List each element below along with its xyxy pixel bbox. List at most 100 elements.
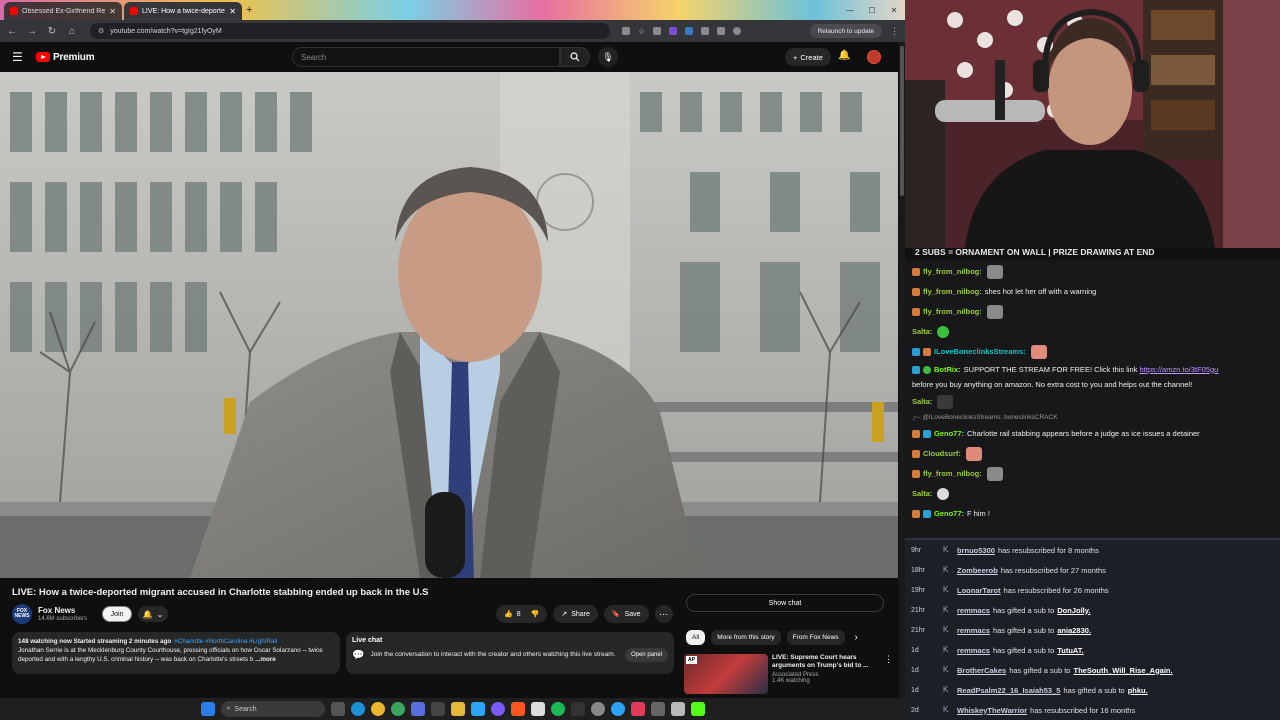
chat-user[interactable]: BotRix: [934,365,961,375]
chat-user[interactable]: Geno77: [934,509,964,519]
video-thumbnail[interactable]: AP [684,654,768,694]
profile-icon[interactable] [733,27,742,35]
app-icon[interactable] [410,702,425,716]
chevron-right-icon[interactable]: › [855,632,858,643]
chat-user[interactable]: Cloudsurf: [923,449,961,459]
relaunch-button[interactable]: Relaunch to update [809,24,882,38]
more-options-icon[interactable]: ⋮ [884,654,893,694]
join-button[interactable]: Join [102,606,132,622]
chat-user[interactable]: fly_from_nilbog: [923,307,982,317]
event-user[interactable]: ReadPsalm22_16_Isaiah53_5 [957,686,1060,695]
browser-menu-icon[interactable]: ⋮ [890,26,899,37]
event-recipient[interactable]: TutuAT. [1057,646,1083,655]
open-panel-button[interactable]: Open panel [624,648,668,662]
app-icon[interactable] [690,702,705,716]
event-recipient[interactable]: TheSouth_Will_Rise_Again. [1073,666,1172,675]
close-icon[interactable]: ✕ [229,7,236,16]
app-icon[interactable] [490,702,505,716]
windows-start-icon[interactable] [200,702,215,716]
recommended-video[interactable]: AP LIVE: Supreme Court hears arguments o… [684,654,894,694]
reload-icon[interactable]: ↻ [46,26,58,37]
extension-icon[interactable] [622,27,630,35]
app-icon[interactable] [590,702,605,716]
subscription-bell-button[interactable]: 🔔 ⌄ [138,606,168,622]
chat-user[interactable]: Salta: [912,327,932,337]
event-recipient[interactable]: phku. [1128,686,1148,695]
url-field[interactable]: ⚙ youtube.com/watch?v=tgIg21fyOyM [90,23,610,39]
forward-icon[interactable]: → [26,26,38,37]
voice-search-button[interactable]: 🎙 [598,47,618,67]
search-button[interactable] [560,47,590,67]
chip-from-channel[interactable]: From Fox News [786,630,845,645]
more-actions-icon[interactable]: ⋯ [654,605,673,623]
chat-user[interactable]: fly_from_nilbog: [923,469,982,479]
search-input[interactable]: Search [292,47,560,67]
event-user[interactable]: BrotherCakes [957,666,1006,675]
event-user[interactable]: remmacs [957,606,990,615]
account-avatar[interactable] [867,50,881,64]
app-icon[interactable] [470,702,485,716]
chat-user[interactable]: Salta: [912,489,932,499]
maximize-icon[interactable]: ☐ [861,0,883,20]
task-view-icon[interactable] [330,702,345,716]
share-button[interactable]: ↗ Share [553,605,598,623]
terminal-icon[interactable] [430,702,445,716]
event-user[interactable]: remmacs [957,646,990,655]
event-user[interactable]: remmacs [957,626,990,635]
star-icon[interactable]: ☆ [638,27,645,36]
event-user[interactable]: Zombeerob [957,566,998,575]
video-player[interactable] [0,72,898,578]
app-icon[interactable] [390,702,405,716]
chrome-icon[interactable] [370,702,385,716]
event-user[interactable]: LoonarTarot [957,586,1001,595]
close-window-icon[interactable]: ✕ [883,0,905,20]
event-user[interactable]: WhiskeyTheWarrior [957,706,1027,715]
notifications-icon[interactable]: 🔔 [838,50,850,61]
app-icon[interactable] [530,702,545,716]
chat-user[interactable]: Geno77: [934,429,964,439]
chat-user[interactable]: Salta: [912,397,932,407]
app-icon[interactable] [570,702,585,716]
tab-active[interactable]: LIVE: How a twice-deported ✕ [124,2,242,20]
chat-link[interactable]: https://amzn.to/3tF05gu [1140,365,1219,375]
channel-avatar[interactable]: FOX NEWS [12,604,32,624]
recommended-title[interactable]: LIVE: Supreme Court hears arguments on T… [772,654,880,670]
minimize-icon[interactable]: — [839,0,861,20]
chat-user[interactable]: ILoveBoneclinksStreams: [934,347,1026,357]
youtube-logo[interactable]: Premium [36,52,95,63]
event-user[interactable]: brnuo5300 [957,546,995,555]
home-icon[interactable]: ⌂ [66,26,78,37]
extension-icon[interactable] [701,27,710,35]
app-icon[interactable] [630,702,645,716]
edge-icon[interactable] [350,702,365,716]
event-recipient[interactable]: ania2830. [1057,626,1091,635]
chat-user[interactable]: fly_from_nilbog: [923,267,982,277]
like-button[interactable]: 👍 8 👎 [496,605,548,623]
event-recipient[interactable]: DonJolly. [1057,606,1090,615]
taskbar-search[interactable]: ⌕ Search [220,701,325,717]
spotify-icon[interactable] [550,702,565,716]
app-icon[interactable] [510,702,525,716]
channel-name[interactable]: Fox News [38,606,87,615]
close-icon[interactable]: ✕ [109,7,116,16]
scrollbar-thumb[interactable] [900,46,904,196]
new-tab-icon[interactable]: + [246,4,252,16]
folder-icon[interactable] [450,702,465,716]
create-button[interactable]: + Create [785,48,831,66]
app-icon[interactable] [610,702,625,716]
more-link[interactable]: ...more [255,656,276,663]
extension-icon[interactable] [653,27,662,35]
extension-icon[interactable] [685,27,694,35]
menu-icon[interactable]: ☰ [12,50,26,64]
chip-all[interactable]: All [686,630,706,645]
description-box[interactable]: 148 watching now Started streaming 2 min… [12,632,340,674]
thumbs-down-icon[interactable]: 👎 [531,610,540,618]
back-icon[interactable]: ← [6,26,18,37]
extension-icon[interactable] [717,27,726,35]
chat-user[interactable]: fly_from_nilbog: [923,287,982,297]
site-info-icon[interactable]: ⚙ [98,27,104,35]
show-chat-button[interactable]: Show chat [686,594,884,612]
save-button[interactable]: 🔖 Save [603,605,649,623]
hashtags[interactable]: #Charlotte #NorthCarolina #LightRail [174,638,277,645]
tab-inactive[interactable]: Obsessed Ex-Girlfriend Refuses ✕ [4,2,122,20]
